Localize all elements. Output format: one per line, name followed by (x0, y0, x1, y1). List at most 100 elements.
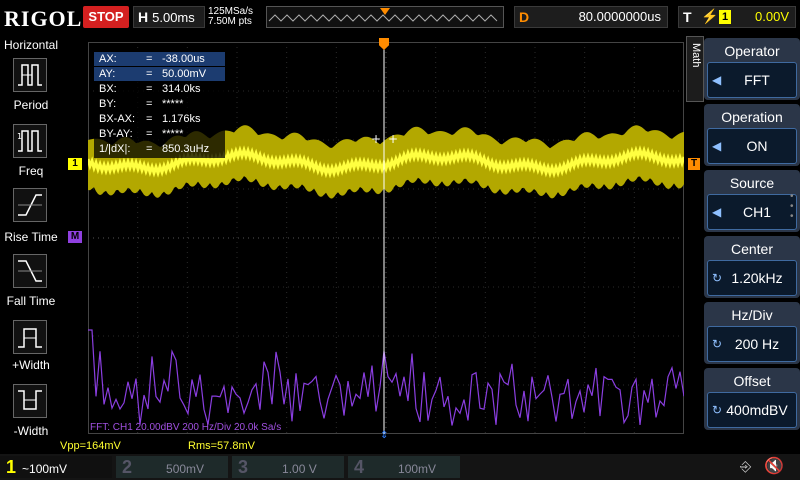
trigger-level-marker[interactable]: T (688, 158, 700, 170)
measurement-row: BY-AY: = ***** (94, 127, 225, 141)
channel-number: 3 (238, 457, 249, 477)
channel-1-status[interactable]: 1 ~100mV (0, 456, 112, 478)
ch1-offset-marker[interactable]: 1 (68, 158, 82, 170)
period-label: Period (13, 98, 49, 112)
menu-section-value[interactable]: ↻ 200 Hz (707, 326, 797, 362)
math-menu-tab[interactable]: Math (686, 36, 704, 102)
menu-section-value[interactable]: ↻ 400mdBV (707, 392, 797, 428)
menu-section-center[interactable]: Center ↻ 1.20kHz (704, 236, 800, 298)
rms-measurement: Rms=57.8mV (188, 440, 255, 452)
rise-time-button[interactable] (13, 188, 47, 222)
channel-4-status[interactable]: 4 100mV (348, 456, 460, 478)
measurement-eq: = (146, 53, 153, 65)
knob-rotate-icon: ↻ (712, 271, 723, 285)
channel-scale: 100mV (398, 462, 437, 476)
run-stop-indicator[interactable]: STOP (83, 6, 129, 28)
menu-section-value[interactable]: ◀ CH1 (707, 194, 797, 230)
neg-width-button[interactable] (13, 384, 47, 418)
memory-overview-strip[interactable] (266, 6, 504, 28)
timebase-value: 5.00ms (152, 10, 195, 25)
menu-section-source[interactable]: Source ◀ CH1 (704, 170, 800, 232)
measurement-row: AX: = -38.00us (94, 52, 225, 66)
vpp-measurement: Vpp=164mV (60, 440, 121, 452)
math-menu-panel: Operator ◀ FFT Operation ◀ ON Source ◀ CH1 Center… (704, 36, 800, 454)
trigger-source-badge: 1 (719, 10, 731, 24)
measurement-value: 50.00mV (162, 68, 207, 80)
measurement-row: AY: = 50.00mV (94, 67, 225, 81)
trigger-box[interactable]: T ⚡ 1 0.00V (678, 6, 796, 28)
measurement-eq: = (146, 98, 153, 110)
memory-depth: 7.50M pts (208, 16, 252, 27)
trigger-edge-icon: ⚡ (701, 8, 719, 24)
channel-scale: 500mV (166, 462, 205, 476)
arrow-left-icon: ◀ (712, 73, 722, 87)
top-status-bar: RIGOL STOP H 5.00ms 125MSa/s 7.50M pts D … (0, 0, 800, 36)
measurement-value: -38.00us (162, 53, 205, 65)
overview-wave-icon (268, 8, 498, 22)
neg-width-label: -Width (13, 424, 49, 438)
menu-value-text: 400mdBV (726, 402, 788, 418)
horizontal-measure-panel: Horizontal Period 1 Freq Rise Time Fall … (0, 36, 62, 454)
channel-number: 4 (354, 457, 365, 477)
bottom-position-icon: ⇕ (380, 430, 389, 441)
channel-3-status[interactable]: 3 1.00 V (232, 456, 344, 478)
measurement-key: BX-AX: (99, 113, 136, 125)
measurement-value: ***** (162, 128, 184, 140)
math-tab-label: Math (690, 43, 702, 68)
trigger-key: T (683, 9, 692, 25)
period-button[interactable] (13, 58, 47, 92)
menu-section-value[interactable]: ↻ 1.20kHz (707, 260, 797, 296)
speaker-muted-icon[interactable]: 🔇 (764, 456, 784, 476)
freq-icon: 1 (17, 130, 42, 152)
arrow-left-icon: ◀ (712, 205, 722, 219)
menu-section-title: Center (730, 241, 774, 257)
measurement-key: AY: (99, 68, 116, 80)
menu-value-text: CH1 (742, 204, 771, 220)
freq-button[interactable]: 1 (13, 124, 47, 158)
measurement-value: 314.0ks (162, 83, 201, 95)
arrow-left-icon: ◀ (712, 139, 722, 153)
fft-info-label: FFT: CH1 20.00dBV 200 Hz/Div 20.0k Sa/s (90, 422, 282, 433)
menu-value-text: 1.20kHz (731, 270, 783, 286)
measurement-value: 850.3uHz (162, 143, 210, 155)
cursor-measurement-table: AX: = -38.00us AY: = 50.00mV BX: = 314.0ks BY: = **… (94, 50, 225, 158)
menu-section-title: Hz/Div (731, 307, 773, 323)
menu-section-offset[interactable]: Offset ↻ 400mdBV (704, 368, 800, 430)
channel-number: 2 (122, 457, 133, 477)
channel-scale: ~100mV (22, 462, 68, 476)
pos-width-button[interactable] (13, 320, 47, 354)
cursor-crosshair-icon-b: + (388, 132, 398, 146)
rise-time-icon (18, 194, 42, 216)
measurement-eq: = (146, 128, 153, 140)
cursor-crosshair-icon: + (371, 132, 381, 146)
menu-section-value[interactable]: ◀ FFT (707, 62, 797, 98)
svg-text:1: 1 (17, 132, 22, 141)
pos-width-icon (18, 328, 42, 348)
acquisition-info: 125MSa/s 7.50M pts (208, 7, 264, 27)
trigger-level: 0.00V (755, 9, 789, 24)
menu-section-operator[interactable]: Operator ◀ FFT (704, 38, 800, 100)
menu-section-title: Source (729, 175, 775, 191)
math-offset-marker[interactable]: M (68, 231, 82, 243)
menu-value-text: FFT (744, 72, 770, 88)
menu-section-title: Operator (724, 43, 780, 59)
knob-rotate-icon: ↻ (712, 403, 723, 417)
menu-section-operation[interactable]: Operation ◀ ON (704, 104, 800, 166)
measurement-key: BY-AY: (99, 128, 133, 140)
panel-title: Horizontal (3, 38, 59, 52)
menu-section-value[interactable]: ◀ ON (707, 128, 797, 164)
fall-time-label: Fall Time (6, 294, 56, 308)
delay-box[interactable]: D 80.0000000us (514, 6, 668, 28)
fall-time-button[interactable] (13, 254, 47, 288)
delay-value: 80.0000000us (578, 9, 661, 24)
neg-width-icon (18, 390, 42, 410)
measurement-eq: = (146, 143, 153, 155)
menu-section-hz-div[interactable]: Hz/Div ↻ 200 Hz (704, 302, 800, 364)
measurement-row: BX-AX: = 1.176ks (94, 112, 225, 126)
timebase-box[interactable]: H 5.00ms (133, 6, 205, 28)
measurement-row: BX: = 314.0ks (94, 82, 225, 96)
menu-section-title: Offset (733, 373, 771, 389)
usb-icon: ⎆ (740, 458, 752, 474)
freq-label: Freq (18, 164, 44, 178)
channel-2-status[interactable]: 2 500mV (116, 456, 228, 478)
